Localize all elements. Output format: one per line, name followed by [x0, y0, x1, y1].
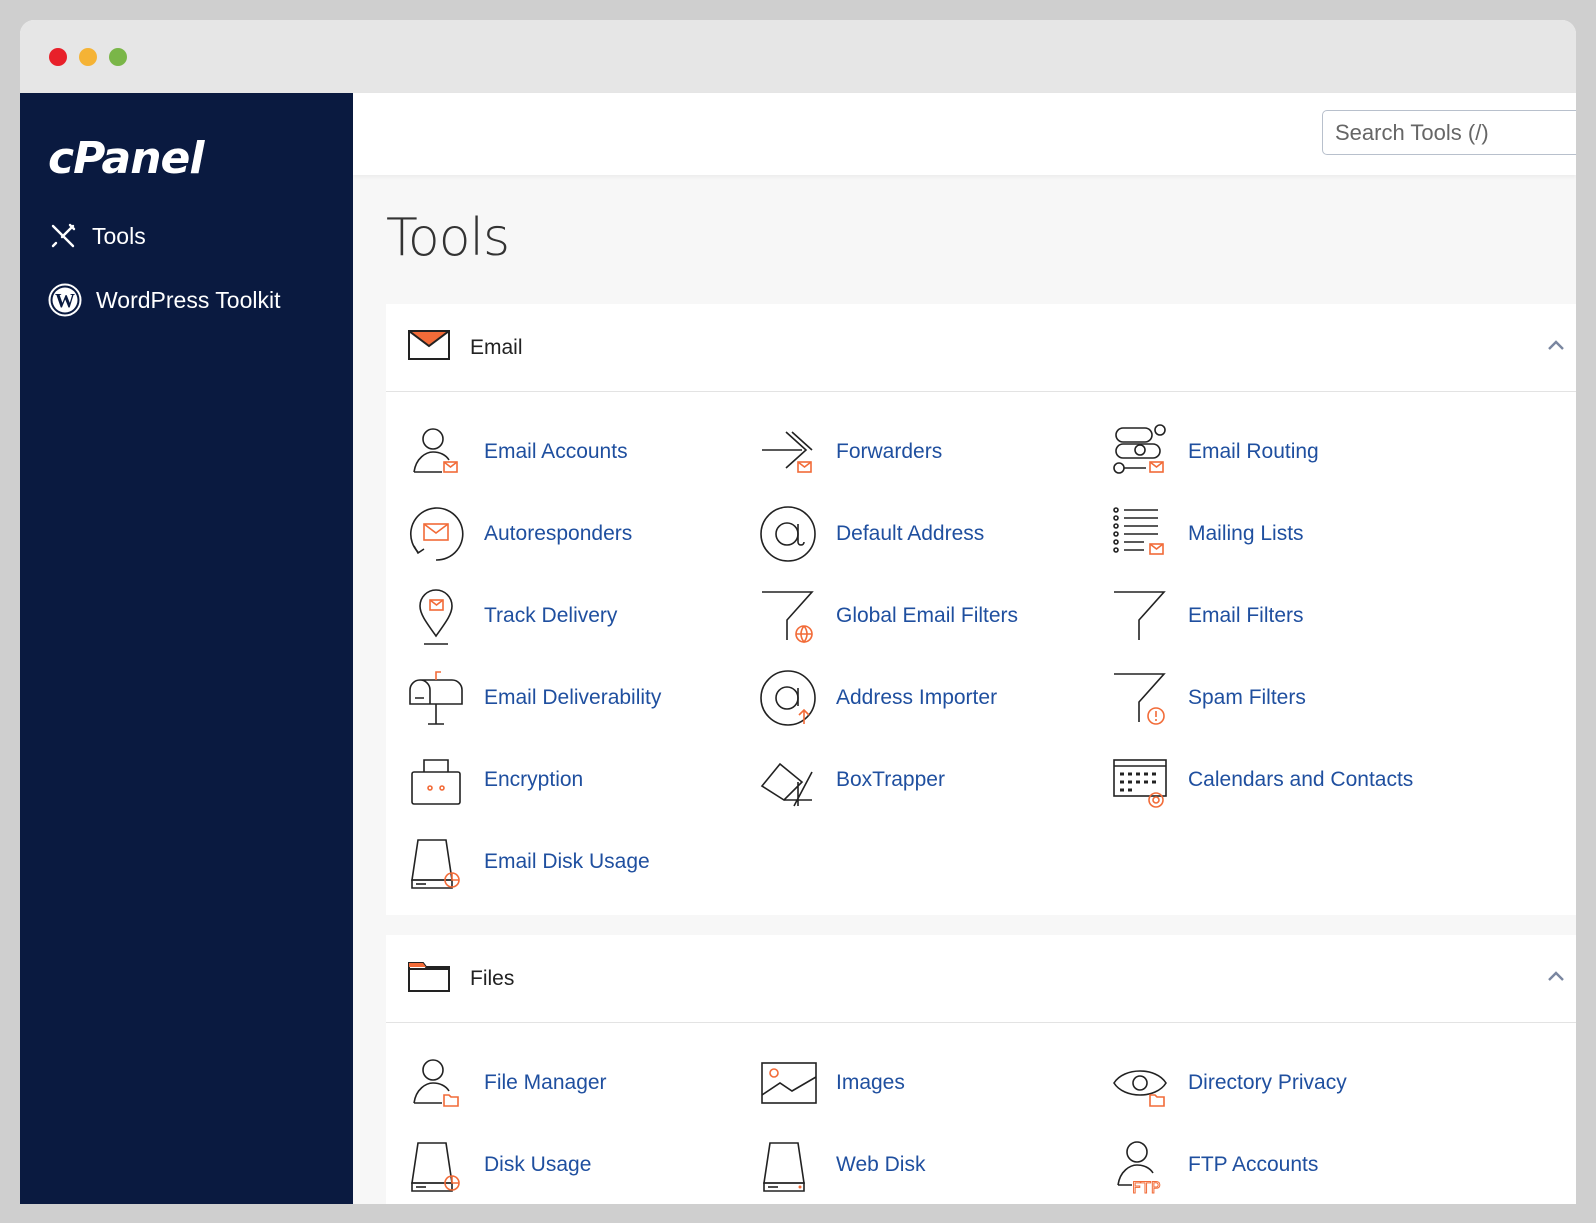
wordpress-icon: W [48, 283, 82, 317]
sidebar-item-tools[interactable]: Tools [48, 221, 146, 251]
tool-label[interactable]: Email Deliverability [484, 686, 661, 710]
disk-pie-icon [411, 839, 460, 889]
page-title: Tools [386, 208, 510, 268]
cpanel-logo[interactable]: cPanel [48, 133, 204, 184]
user-mail-icon [413, 428, 458, 473]
at-icon [760, 506, 816, 562]
lock-box-icon [411, 759, 461, 805]
forward-mail-icon [762, 431, 813, 473]
tool-images[interactable]: Images [758, 1048, 905, 1118]
svg-text:FTP: FTP [1132, 1178, 1161, 1195]
image-icon [761, 1062, 817, 1104]
tool-directory-privacy[interactable]: Directory Privacy [1110, 1048, 1347, 1118]
tool-address-importer[interactable]: Address Importer [758, 663, 997, 733]
tool-spam-filters[interactable]: Spam Filters [1110, 663, 1306, 733]
tool-label[interactable]: BoxTrapper [836, 768, 945, 792]
at-up-icon [760, 670, 816, 726]
tool-label[interactable]: Email Disk Usage [484, 850, 650, 874]
tool-label[interactable]: Calendars and Contacts [1188, 768, 1413, 792]
tool-email-routing[interactable]: Email Routing [1110, 417, 1319, 487]
tool-boxtrapper[interactable]: BoxTrapper [758, 745, 945, 815]
section-header[interactable]: Email [386, 304, 1576, 392]
boxtrapper-icon [760, 762, 813, 807]
top-header [353, 93, 1576, 175]
close-window-button[interactable] [49, 48, 67, 66]
tool-label[interactable]: Spam Filters [1188, 686, 1306, 710]
routing-mail-icon [1113, 424, 1166, 474]
user-folder-icon [413, 1059, 459, 1107]
section-email: Email Email Accounts Forwarders Email Rout… [386, 304, 1576, 915]
section-title: Email [470, 335, 523, 359]
tool-email-filters[interactable]: Email Filters [1110, 581, 1304, 651]
tool-track-delivery[interactable]: Track Delivery [406, 581, 617, 651]
tool-label[interactable]: Track Delivery [484, 604, 617, 628]
disk-pie-icon [411, 1142, 460, 1192]
pin-mail-icon [419, 589, 453, 645]
tool-label[interactable]: Encryption [484, 768, 583, 792]
title-bar [20, 20, 1576, 93]
tool-label[interactable]: Autoresponders [484, 522, 632, 546]
tool-disk-usage[interactable]: Disk Usage [406, 1130, 591, 1200]
sidebar-item-label: WordPress Toolkit [96, 286, 281, 313]
tool-label[interactable]: Directory Privacy [1188, 1071, 1347, 1095]
section-title: Files [470, 966, 515, 990]
browser-window: cPanel Tools W WordPress Toolkit Tools E… [20, 20, 1576, 1204]
tool-file-manager[interactable]: File Manager [406, 1048, 607, 1118]
tool-mailing-lists[interactable]: Mailing Lists [1110, 499, 1304, 569]
eye-folder-icon [1113, 1070, 1167, 1107]
chevron-up-icon[interactable] [1546, 338, 1566, 352]
maximize-window-button[interactable] [109, 48, 127, 66]
tool-autoresponders[interactable]: Autoresponders [406, 499, 632, 569]
tool-default-address[interactable]: Default Address [758, 499, 984, 569]
sidebar: cPanel Tools W WordPress Toolkit [20, 93, 353, 1204]
tool-email-accounts[interactable]: Email Accounts [406, 417, 628, 487]
tool-label[interactable]: FTP Accounts [1188, 1153, 1318, 1177]
autoresponder-icon [410, 507, 464, 561]
user-ftp-icon: FTP [1117, 1141, 1161, 1195]
list-mail-icon [1113, 507, 1164, 555]
tool-calendars-and-contacts[interactable]: Calendars and Contacts [1110, 745, 1413, 815]
mailbox-icon [409, 671, 463, 725]
minimize-window-button[interactable] [79, 48, 97, 66]
tool-web-disk[interactable]: Web Disk [758, 1130, 925, 1200]
section-files: Files File Manager Images Directory Privac… [386, 935, 1576, 1204]
filter-alert-icon [1114, 673, 1166, 725]
search-tools-input[interactable] [1322, 110, 1576, 155]
tool-email-deliverability[interactable]: Email Deliverability [406, 663, 661, 733]
tool-label[interactable]: File Manager [484, 1071, 607, 1095]
tool-label[interactable]: Email Routing [1188, 440, 1319, 464]
tool-label[interactable]: Email Filters [1188, 604, 1304, 628]
tool-label[interactable]: Forwarders [836, 440, 942, 464]
folder-icon [408, 960, 450, 997]
sidebar-item-wordpress-toolkit[interactable]: W WordPress Toolkit [48, 283, 281, 317]
tool-label[interactable]: Mailing Lists [1188, 522, 1304, 546]
sidebar-item-label: Tools [92, 222, 146, 249]
calendar-at-icon [1113, 759, 1167, 808]
section-header[interactable]: Files [386, 935, 1576, 1023]
tool-forwarders[interactable]: Forwarders [758, 417, 942, 487]
svg-text:W: W [55, 290, 75, 312]
disk-icon [763, 1142, 805, 1192]
tool-ftp-accounts[interactable]: FTP FTP Accounts [1110, 1130, 1318, 1200]
tool-label[interactable]: Address Importer [836, 686, 997, 710]
filter-icon [1114, 591, 1166, 640]
tool-encryption[interactable]: Encryption [406, 745, 583, 815]
chevron-up-icon[interactable] [1546, 969, 1566, 983]
tool-global-email-filters[interactable]: Global Email Filters [758, 581, 1018, 651]
filter-globe-icon [762, 591, 814, 644]
tool-label[interactable]: Email Accounts [484, 440, 628, 464]
tool-label[interactable]: Disk Usage [484, 1153, 591, 1177]
tool-label[interactable]: Images [836, 1071, 905, 1095]
tools-icon [51, 223, 76, 248]
tool-label[interactable]: Default Address [836, 522, 984, 546]
tool-label[interactable]: Web Disk [836, 1153, 925, 1177]
tool-label[interactable]: Global Email Filters [836, 604, 1018, 628]
tool-email-disk-usage[interactable]: Email Disk Usage [406, 827, 650, 897]
envelope-icon [406, 330, 452, 365]
